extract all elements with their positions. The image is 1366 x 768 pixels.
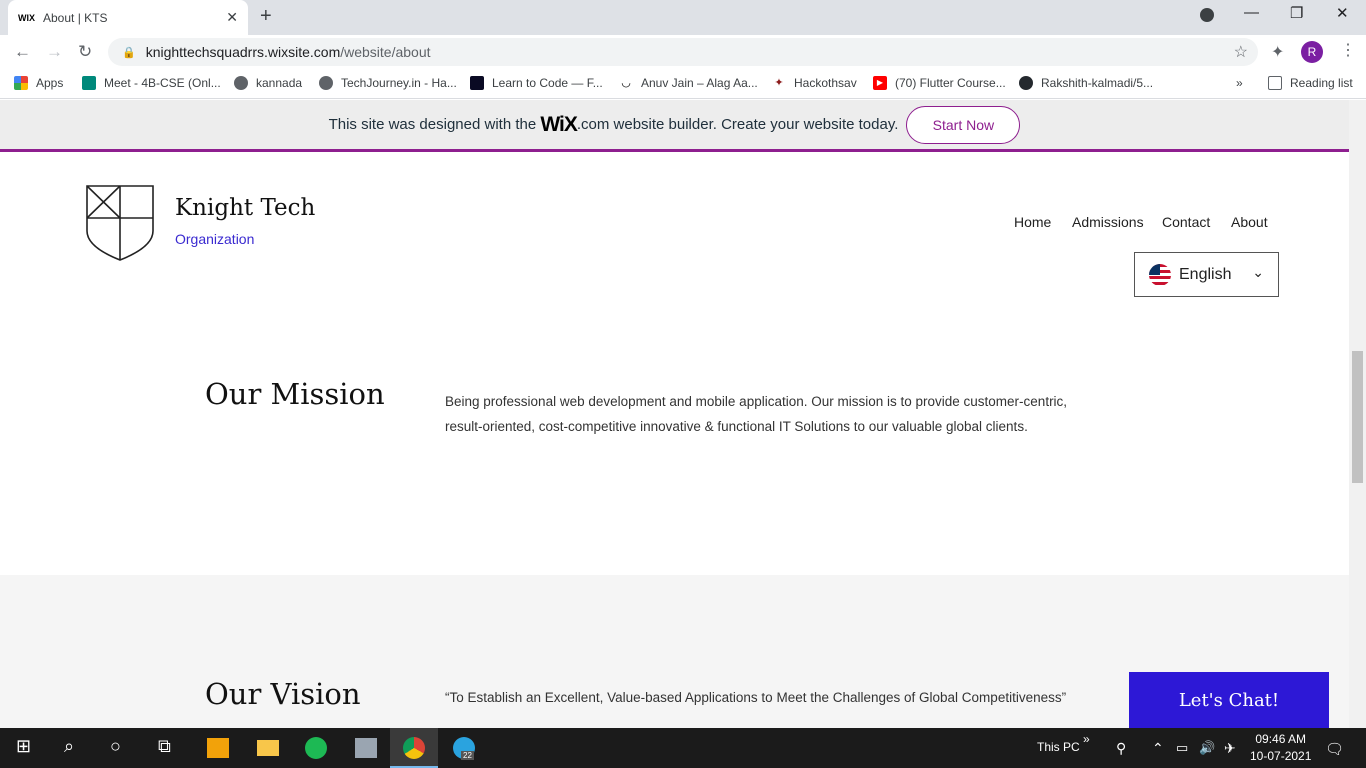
notifications-icon[interactable]: 🗨 bbox=[1325, 740, 1344, 758]
reading-list-icon bbox=[1268, 76, 1282, 90]
cortana-icon[interactable]: ○ bbox=[110, 736, 121, 757]
profile-avatar[interactable]: R bbox=[1301, 41, 1323, 63]
github-icon bbox=[1019, 76, 1033, 90]
chevron-down-icon: ⌄ bbox=[1252, 264, 1264, 280]
nav-admissions[interactable]: Admissions bbox=[1072, 214, 1144, 230]
task-view-icon[interactable]: ⧉ bbox=[158, 736, 171, 757]
scrollbar-thumb[interactable] bbox=[1352, 351, 1363, 483]
globe-icon bbox=[319, 76, 333, 90]
freecodecamp-icon bbox=[470, 76, 484, 90]
lock-icon: 🔒 bbox=[122, 46, 136, 59]
globe-icon bbox=[234, 76, 248, 90]
new-tab-button[interactable]: + bbox=[260, 5, 272, 28]
bookmark-flutter-course[interactable]: ▶ (70) Flutter Course... bbox=[873, 76, 1006, 90]
lets-chat-button[interactable]: Let's Chat! bbox=[1129, 672, 1329, 728]
vision-text: “To Establish an Excellent, Value-based … bbox=[445, 690, 1067, 705]
windows-start-icon[interactable]: ⊞ bbox=[16, 736, 31, 757]
music-icon: ◡ bbox=[621, 77, 631, 89]
nav-home[interactable]: Home bbox=[1014, 214, 1051, 230]
bookmark-kannada[interactable]: kannada bbox=[234, 76, 302, 90]
people-icon[interactable]: ⚲ bbox=[1116, 740, 1126, 757]
hackothsav-icon: ✦ bbox=[774, 77, 784, 89]
airplane-mode-icon[interactable]: ✈ bbox=[1224, 740, 1236, 757]
spotify-icon[interactable] bbox=[305, 737, 327, 759]
chrome-taskbar-button[interactable] bbox=[390, 728, 438, 768]
meet-icon bbox=[82, 76, 96, 90]
nav-about[interactable]: About bbox=[1231, 214, 1268, 230]
telegram-badge: 22 bbox=[461, 751, 474, 760]
reload-icon[interactable]: ↻ bbox=[78, 42, 92, 62]
restore-button[interactable]: ❐ bbox=[1290, 4, 1303, 22]
wix-banner-text: This site was designed with the bbox=[328, 116, 537, 133]
bookmark-learn-to-code[interactable]: Learn to Code — F... bbox=[470, 76, 603, 90]
language-label: English bbox=[1179, 265, 1232, 283]
file-explorer-icon[interactable] bbox=[257, 740, 279, 756]
this-pc-label[interactable]: This PC bbox=[1037, 740, 1080, 754]
more-bookmarks-icon[interactable]: » bbox=[1236, 76, 1243, 90]
toolbar-expand-icon[interactable]: » bbox=[1083, 732, 1090, 746]
battery-icon[interactable]: ▭ bbox=[1176, 740, 1188, 756]
app-icon[interactable] bbox=[355, 738, 377, 758]
volume-icon[interactable]: 🔊 bbox=[1199, 740, 1215, 756]
forward-icon[interactable]: → bbox=[46, 42, 63, 62]
us-flag-icon bbox=[1149, 263, 1171, 286]
wix-favicon-icon: WIX bbox=[18, 12, 35, 23]
bookmark-anuv-jain[interactable]: ◡ Anuv Jain – Alag Aa... bbox=[619, 76, 758, 90]
brand-name[interactable]: Knight Tech bbox=[175, 195, 315, 221]
page-content: Knight Tech Organization Home Admissions… bbox=[0, 153, 1349, 728]
wix-banner: This site was designed with the WiX .com … bbox=[0, 100, 1349, 152]
browser-tab[interactable]: WIX About | KTS ✕ bbox=[8, 0, 248, 35]
windows-taskbar: ⊞ ⌕ ○ ⧉ 22 This PC » ⚲ ⌃ ▭ 🔊 ✈ 09:46 AM … bbox=[0, 728, 1366, 768]
show-hidden-icons[interactable]: ⌃ bbox=[1152, 740, 1164, 757]
telegram-icon[interactable]: 22 bbox=[453, 737, 475, 760]
bookmark-star-icon[interactable]: ☆ bbox=[1234, 42, 1248, 62]
url-host: knighttechsquadrrs.wixsite.com bbox=[145, 44, 341, 60]
clock-time: 09:46 AM bbox=[1255, 732, 1307, 746]
start-now-button[interactable]: Start Now bbox=[906, 105, 1021, 144]
wix-logo: WiX bbox=[540, 112, 577, 136]
close-window-button[interactable]: ✕ bbox=[1336, 4, 1349, 22]
chrome-icon bbox=[403, 737, 425, 759]
browser-toolbar: ← → ↻ 🔒 knighttechsquadrrs.wixsite.com /… bbox=[0, 35, 1366, 69]
shield-logo-icon[interactable] bbox=[86, 185, 154, 261]
nav-contact[interactable]: Contact bbox=[1162, 214, 1210, 230]
brand-subtitle: Organization bbox=[175, 231, 255, 247]
clock[interactable]: 09:46 AM 10-07-2021 bbox=[1250, 731, 1311, 765]
bookmark-techjourney[interactable]: TechJourney.in - Ha... bbox=[319, 76, 457, 90]
extensions-icon[interactable]: ✦ bbox=[1271, 42, 1284, 62]
bookmark-apps[interactable]: Apps bbox=[14, 76, 63, 90]
browser-tab-strip: WIX About | KTS ✕ + — ❐ ✕ bbox=[0, 0, 1366, 35]
bookmark-hackothsav[interactable]: ✦ Hackothsav bbox=[772, 76, 856, 90]
youtube-icon: ▶ bbox=[873, 76, 887, 90]
menu-icon[interactable]: ⋮ bbox=[1340, 40, 1356, 60]
url-path: /website/about bbox=[340, 44, 431, 60]
bookmark-github[interactable]: Rakshith-kalmadi/5... bbox=[1019, 76, 1153, 90]
bookmark-meet[interactable]: Meet - 4B-CSE (Onl... bbox=[82, 76, 221, 90]
tab-title: About | KTS bbox=[43, 10, 108, 25]
language-selector[interactable]: English ⌄ bbox=[1134, 252, 1279, 297]
wix-banner-text-2: .com website builder. Create your websit… bbox=[576, 116, 899, 133]
clock-date: 10-07-2021 bbox=[1250, 749, 1312, 763]
search-icon[interactable]: ⌕ bbox=[64, 736, 74, 757]
minimize-button[interactable]: — bbox=[1244, 4, 1259, 21]
mission-heading: Our Mission bbox=[205, 377, 385, 411]
vision-heading: Our Vision bbox=[205, 677, 361, 711]
tab-search-icon[interactable] bbox=[1200, 8, 1214, 22]
close-tab-icon[interactable]: ✕ bbox=[226, 9, 238, 26]
reading-list[interactable]: Reading list bbox=[1268, 76, 1353, 90]
store-icon[interactable] bbox=[207, 738, 229, 758]
mission-text: Being professional web development and m… bbox=[445, 394, 1068, 434]
apps-grid-icon bbox=[14, 76, 28, 90]
bookmarks-bar: Apps Meet - 4B-CSE (Onl... kannada TechJ… bbox=[0, 69, 1366, 99]
back-icon[interactable]: ← bbox=[14, 42, 31, 62]
address-bar[interactable]: 🔒 knighttechsquadrrs.wixsite.com /websit… bbox=[108, 38, 1258, 66]
